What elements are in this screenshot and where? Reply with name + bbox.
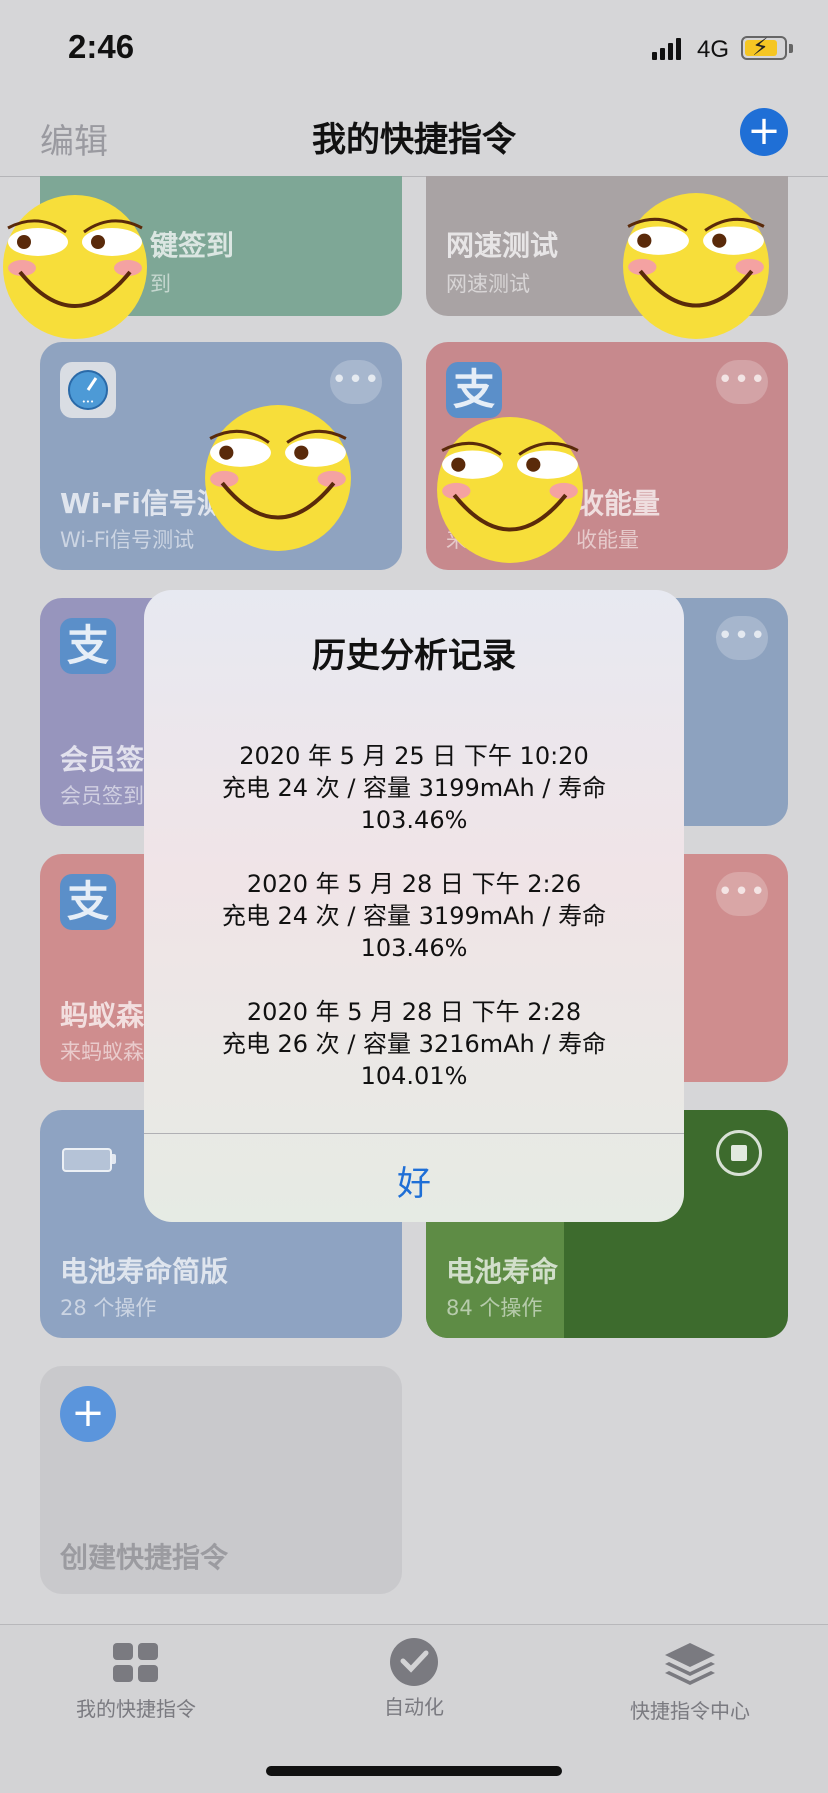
entry-health: 103.46% — [360, 934, 468, 962]
entry-health: 104.01% — [360, 1062, 468, 1090]
dialog-separator — [144, 1133, 684, 1134]
network-type: 4G — [697, 36, 730, 63]
card-title: 会员签 — [60, 743, 145, 776]
history-entry: 2020 年 5 月 28 日 下午 2:28 充电 26 次 / 容量 321… — [164, 996, 664, 1092]
entry-date: 2020 年 5 月 28 日 下午 2:26 — [246, 870, 582, 898]
card-subtitle: Wi-Fi信号测试 — [60, 528, 195, 552]
entry-detail: 充电 24 次 / 容量 3199mAh / 寿命 — [221, 902, 607, 930]
alipay-icon: 支 — [446, 362, 502, 418]
alert-dialog: 历史分析记录 2020 年 5 月 25 日 下午 10:20 充电 24 次 … — [144, 590, 684, 1222]
card-subtitle: 到 — [150, 272, 171, 296]
layers-icon — [665, 1643, 715, 1685]
add-shortcut-button[interactable]: + — [740, 108, 788, 156]
card-title: 电池寿命简版 — [60, 1255, 229, 1288]
tab-label: 自动化 — [384, 1695, 444, 1719]
status-bar: 2:46 4G ⚡ — [0, 0, 828, 100]
create-plus-icon: + — [60, 1386, 116, 1442]
card-title: 网速测试 — [446, 229, 559, 262]
card-title: 电池寿命 — [446, 1255, 559, 1288]
battery-outline-tip — [112, 1154, 116, 1164]
check-circle-icon — [390, 1638, 438, 1686]
more-button[interactable]: ••• — [716, 872, 768, 916]
tab-automation[interactable]: 自动化 — [314, 1638, 514, 1720]
smirk-emoji-sticker — [437, 417, 583, 563]
history-entry: 2020 年 5 月 25 日 下午 10:20 充电 24 次 / 容量 31… — [164, 740, 664, 836]
dialog-title: 历史分析记录 — [312, 636, 516, 676]
charging-bolt-icon: ⚡ — [752, 33, 769, 61]
history-entry: 2020 年 5 月 28 日 下午 2:26 充电 24 次 / 容量 319… — [164, 868, 664, 964]
smirk-emoji-sticker — [3, 195, 147, 339]
status-time: 2:46 — [68, 28, 135, 65]
smirk-emoji-sticker — [623, 193, 769, 339]
home-indicator[interactable] — [266, 1766, 562, 1776]
card-subtitle: 会员签到 — [60, 784, 144, 808]
card-subtitle: 28 个操作 — [60, 1296, 157, 1320]
more-button[interactable]: ••• — [330, 360, 382, 404]
tab-label: 快捷指令中心 — [630, 1699, 750, 1723]
card-title: 收能量 — [576, 487, 661, 520]
card-subtitle: 网速测试 — [446, 272, 530, 296]
card-title: 创建快捷指令 — [60, 1541, 229, 1574]
card-title: 蚂蚁森 — [60, 999, 145, 1032]
entry-detail: 充电 26 次 / 容量 3216mAh / 寿命 — [221, 1030, 607, 1058]
card-title: 键签到 — [150, 229, 235, 262]
tab-my-shortcuts[interactable]: 我的快捷指令 — [36, 1643, 236, 1722]
alipay-icon: 支 — [60, 618, 116, 674]
page-title: 我的快捷指令 — [312, 120, 516, 160]
create-shortcut-card[interactable]: + 创建快捷指令 — [40, 1366, 402, 1594]
grid-icon — [113, 1643, 158, 1682]
card-title: Wi-Fi信号测 — [60, 487, 225, 520]
tab-gallery[interactable]: 快捷指令中心 — [590, 1643, 790, 1724]
cellular-signal-icon — [652, 36, 688, 60]
entry-date: 2020 年 5 月 25 日 下午 10:20 — [239, 742, 589, 770]
svg-text:•••: ••• — [82, 398, 94, 406]
more-button[interactable]: ••• — [716, 360, 768, 404]
alipay-icon: 支 — [60, 874, 116, 930]
card-subtitle: 来蚂蚁森 — [60, 1040, 144, 1064]
ok-button[interactable]: 好 — [144, 1156, 684, 1205]
stop-icon — [731, 1145, 747, 1161]
stop-button[interactable] — [716, 1130, 762, 1176]
smirk-emoji-sticker — [205, 405, 351, 551]
card-subtitle: 84 个操作 — [446, 1296, 543, 1320]
entry-date: 2020 年 5 月 28 日 下午 2:28 — [246, 998, 582, 1026]
entry-health: 103.46% — [360, 806, 468, 834]
battery-outline-icon — [62, 1148, 112, 1172]
navigation-bar: 编辑 我的快捷指令 + — [0, 100, 828, 177]
entry-detail: 充电 24 次 / 容量 3199mAh / 寿命 — [221, 774, 607, 802]
speedometer-icon: ••• — [60, 362, 116, 418]
tab-label: 我的快捷指令 — [76, 1697, 196, 1721]
dialog-message: 2020 年 5 月 25 日 下午 10:20 充电 24 次 / 容量 31… — [164, 740, 664, 1124]
more-button[interactable]: ••• — [716, 616, 768, 660]
battery-tip — [789, 44, 793, 53]
